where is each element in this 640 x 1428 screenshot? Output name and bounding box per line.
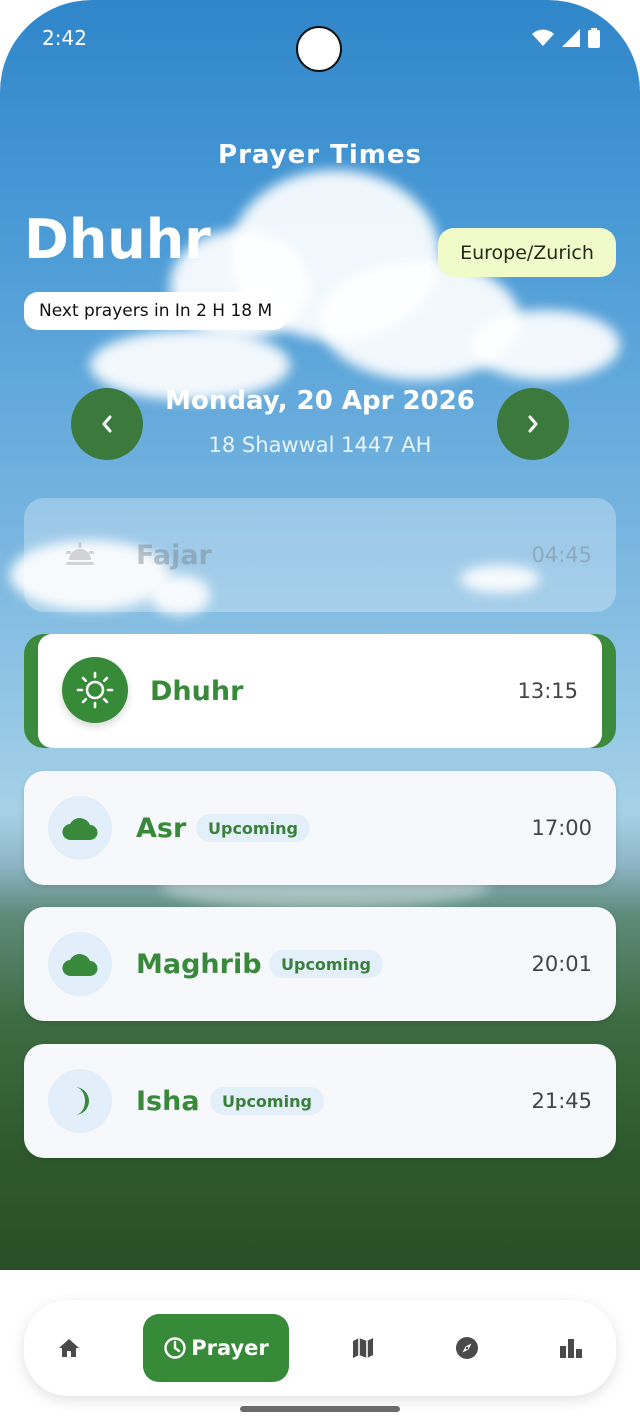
signal-icon	[562, 29, 580, 47]
cloud-icon	[48, 932, 112, 996]
upcoming-badge: Upcoming	[210, 1087, 324, 1115]
phone-screen: 2:42 Prayer Times Dhuhr Europe/Zurich Ne…	[0, 0, 640, 1428]
prayer-time-maghrib: 20:01	[531, 952, 592, 976]
nav-qibla[interactable]	[447, 1328, 487, 1368]
upcoming-badge: Upcoming	[196, 814, 310, 842]
prayer-card-dhuhr[interactable]: Dhuhr 13:15	[24, 634, 616, 748]
prayer-name-dhuhr: Dhuhr	[150, 675, 244, 707]
status-bar: 2:42	[0, 0, 640, 80]
timezone-badge[interactable]: Europe/Zurich	[438, 228, 616, 277]
prayer-card-maghrib[interactable]: Maghrib Upcoming 20:01	[24, 907, 616, 1021]
prayer-card-isha[interactable]: Isha Upcoming 21:45	[24, 1044, 616, 1158]
prayer-name-fajar: Fajar	[136, 539, 212, 571]
sunrise-icon	[48, 523, 112, 587]
page-title: Prayer Times	[218, 140, 422, 170]
sun-icon	[62, 657, 128, 723]
upcoming-badge: Upcoming	[269, 950, 383, 978]
status-time: 2:42	[42, 26, 87, 50]
wifi-icon	[532, 29, 554, 46]
chevron-left-icon	[102, 415, 112, 433]
prayer-card-asr[interactable]: Asr Upcoming 17:00	[24, 771, 616, 885]
next-day-button[interactable]	[497, 388, 569, 460]
prayer-time-dhuhr: 13:15	[517, 679, 578, 703]
bar-chart-icon	[560, 1339, 582, 1358]
prayer-time-fajar: 04:45	[531, 543, 592, 567]
prayer-name-asr: Asr	[136, 812, 187, 844]
compass-icon	[456, 1337, 478, 1359]
clock-icon	[164, 1337, 186, 1359]
nav-prayer[interactable]: Prayer	[143, 1314, 289, 1382]
prayer-time-asr: 17:00	[531, 816, 592, 840]
cloud-icon	[48, 796, 112, 860]
nav-home[interactable]	[49, 1328, 89, 1368]
next-prayer-countdown: Next prayers in In 2 H 18 M	[24, 292, 288, 330]
battery-icon	[588, 28, 600, 48]
prayer-name-isha: Isha	[136, 1085, 200, 1117]
moon-icon	[48, 1069, 112, 1133]
nav-map[interactable]	[343, 1328, 383, 1368]
prayer-name-maghrib: Maghrib	[136, 948, 262, 980]
chevron-right-icon	[528, 415, 538, 433]
map-icon	[353, 1338, 373, 1358]
camera-cutout	[296, 26, 342, 72]
bottom-navigation: Prayer	[24, 1300, 616, 1396]
prayer-card-fajar[interactable]: Fajar 04:45	[24, 498, 616, 612]
nav-stats[interactable]	[551, 1328, 591, 1368]
status-icons	[532, 28, 600, 48]
home-icon	[59, 1339, 79, 1357]
prayer-time-isha: 21:45	[531, 1089, 592, 1113]
current-prayer-name: Dhuhr	[24, 208, 211, 271]
home-indicator	[240, 1406, 400, 1412]
nav-prayer-label: Prayer	[191, 1336, 269, 1360]
